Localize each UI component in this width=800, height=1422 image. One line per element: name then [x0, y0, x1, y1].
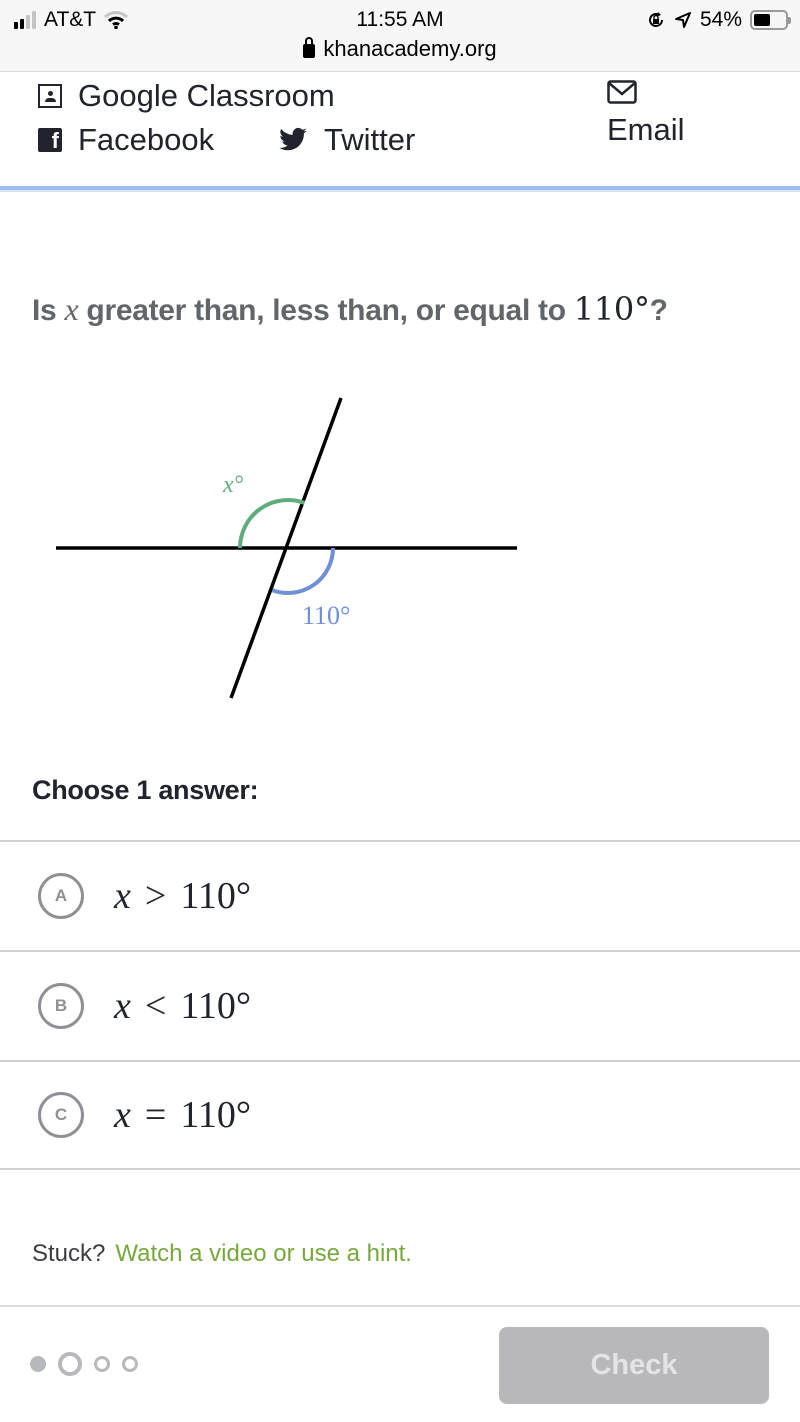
- question-middle: greater than, less than, or equal to: [86, 294, 566, 327]
- url-domain: khanacademy.org: [323, 36, 497, 61]
- battery-icon: [750, 10, 791, 30]
- status-bar: AT&T 11:55 AM 54%: [0, 6, 800, 34]
- share-panel: Google Classroom f Facebook Twitter Emai…: [0, 72, 800, 187]
- lock-icon: [303, 37, 316, 58]
- progress-dot-upcoming: [122, 1356, 138, 1372]
- share-facebook[interactable]: f Facebook: [38, 122, 214, 158]
- share-google-classroom[interactable]: Google Classroom: [38, 78, 335, 114]
- choice-a[interactable]: A x >110°: [0, 840, 800, 950]
- battery-fill: [754, 14, 771, 26]
- question-suffix: ?: [649, 294, 668, 327]
- header-divider: [0, 186, 800, 192]
- share-email-label: Email: [607, 112, 685, 147]
- share-twitter-label: Twitter: [324, 122, 416, 157]
- stuck-label: Stuck?: [32, 1240, 106, 1267]
- facebook-icon: f: [38, 128, 62, 152]
- url-bar[interactable]: khanacademy.org: [0, 36, 800, 62]
- angle-known-arc: [271, 547, 335, 595]
- share-google-classroom-label: Google Classroom: [78, 78, 335, 113]
- answer-choices: A x >110° B x <110° C x = 110°: [0, 840, 800, 1170]
- question-value: 110°: [573, 290, 650, 328]
- footer-divider: [0, 1305, 800, 1307]
- choice-b-radio[interactable]: B: [38, 983, 84, 1029]
- choice-b[interactable]: B x <110°: [0, 950, 800, 1060]
- choice-b-expression: x <110°: [114, 985, 252, 1027]
- progress-dots: [30, 1352, 138, 1376]
- progress-dot-completed: [30, 1356, 46, 1372]
- browser-top-bar: AT&T 11:55 AM 54% khanacademy.org: [0, 0, 800, 72]
- progress-dot-upcoming: [94, 1356, 110, 1372]
- battery-percent: 54%: [699, 8, 742, 31]
- google-classroom-icon: [38, 84, 62, 108]
- progress-dot-current: [58, 1352, 82, 1376]
- question-prefix: Is: [32, 294, 57, 327]
- question-variable: x: [64, 291, 79, 327]
- choice-c-radio[interactable]: C: [38, 1092, 84, 1138]
- share-email[interactable]: Email: [607, 80, 685, 148]
- share-twitter[interactable]: Twitter: [278, 122, 415, 158]
- angle-diagram: x° 110°: [56, 397, 517, 699]
- angle-x-label: x°: [222, 472, 244, 498]
- choice-c[interactable]: C x = 110°: [0, 1060, 800, 1170]
- share-facebook-label: Facebook: [78, 122, 215, 157]
- choose-label: Choose 1 answer:: [32, 775, 259, 805]
- choice-a-radio[interactable]: A: [38, 873, 84, 919]
- check-button[interactable]: Check: [499, 1327, 769, 1404]
- orientation-lock-icon: [649, 12, 663, 27]
- angle-known-label: 110°: [302, 601, 350, 630]
- question-text: Is x greater than, less than, or equal t…: [32, 290, 668, 328]
- help-row: Stuck? Watch a video or use a hint.: [32, 1240, 412, 1268]
- choice-a-expression: x >110°: [114, 875, 252, 917]
- hint-link[interactable]: Watch a video or use a hint.: [115, 1240, 412, 1267]
- email-icon: [607, 80, 637, 104]
- twitter-icon: [279, 127, 307, 151]
- location-icon: [674, 12, 691, 28]
- choice-c-expression: x = 110°: [114, 1094, 252, 1136]
- status-right: 54%: [646, 8, 791, 32]
